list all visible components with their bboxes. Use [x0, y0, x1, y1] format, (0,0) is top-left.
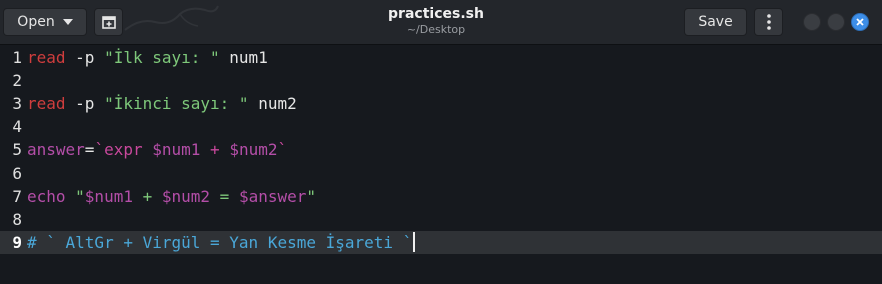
code-token: $num2 [161, 186, 211, 206]
code-line[interactable]: 8 [0, 208, 882, 231]
code-token: $num1 [152, 140, 201, 160]
code-line[interactable]: 3 read -p "İkinci sayı: " num2 [0, 92, 882, 115]
code-line[interactable]: 4 [0, 115, 882, 138]
save-button-label: Save [698, 14, 733, 30]
code-text: echo "$num1 + $num2 = $answer" [27, 185, 316, 208]
line-number: 8 [12, 209, 22, 229]
open-button[interactable]: Open [3, 8, 87, 36]
code-editor[interactable]: 1 read -p "İlk sayı: " num1 2 3 read -p "İki… [0, 45, 882, 284]
code-token: $answer [238, 186, 307, 206]
text-editor-window: Open practices.sh ~/Desktop Save 1 read … [0, 0, 882, 284]
minimize-button[interactable] [803, 13, 821, 31]
code-token: "İlk sayı: " [104, 48, 220, 67]
code-token: -p [65, 94, 105, 114]
code-token: "İkinci sayı: " [104, 94, 249, 114]
code-text: # ` AltGr + Virgül = Yan Kesme İşareti ` [27, 231, 416, 254]
code-token: read [27, 94, 66, 114]
code-token: " [65, 186, 85, 206]
line-number: 9 [12, 232, 22, 252]
new-document-icon [101, 16, 116, 29]
code-text: read -p "İkinci sayı: " num2 [27, 92, 297, 115]
line-number: 7 [12, 186, 22, 206]
code-token: -p [65, 48, 105, 67]
text-cursor [413, 231, 416, 252]
menu-button[interactable] [754, 8, 783, 36]
line-number: 4 [12, 117, 22, 137]
code-token: ` [277, 140, 288, 160]
code-token: num1 [219, 48, 268, 67]
code-line[interactable]: 1 read -p "İlk sayı: " num1 [0, 46, 882, 69]
code-token: num2 [248, 94, 297, 114]
maximize-button[interactable] [827, 13, 845, 31]
code-text: answer=`expr $num1 + $num2` [27, 138, 287, 161]
code-token: $num1 [84, 186, 133, 206]
chevron-down-icon [62, 19, 73, 25]
close-button[interactable] [851, 13, 869, 31]
vertical-dots-icon [766, 14, 771, 30]
code-token: answer [27, 140, 85, 160]
window-subtitle: ~/Desktop [406, 23, 466, 36]
line-number: 5 [12, 140, 22, 160]
title-area: practices.sh ~/Desktop [336, 5, 536, 37]
code-line[interactable]: 6 [0, 162, 882, 185]
code-line[interactable]: 9 # ` AltGr + Virgül = Yan Kesme İşareti … [0, 230, 882, 254]
close-icon [856, 18, 864, 26]
line-number: 1 [12, 48, 22, 67]
code-line[interactable]: 2 [0, 69, 882, 92]
code-token: read [27, 48, 66, 67]
line-number: 6 [12, 163, 22, 183]
code-token: = [84, 140, 95, 160]
line-number: 3 [12, 94, 22, 114]
code-token: # ` AltGr + Virgül = Yan Kesme İşareti ` [27, 232, 413, 252]
header-bar: Open practices.sh ~/Desktop Save [0, 0, 882, 45]
dragon-watermark-icon [124, 5, 219, 31]
code-token: = [210, 186, 239, 206]
code-line[interactable]: 7 echo "$num1 + $num2 = $answer" [0, 185, 882, 208]
line-number: 2 [12, 71, 22, 91]
code-token: $num2 [229, 140, 278, 160]
new-document-button[interactable] [94, 8, 123, 36]
window-title: practices.sh [388, 6, 484, 22]
open-button-label: Open [17, 14, 55, 30]
code-token: `expr [94, 140, 153, 160]
code-line[interactable]: 5 answer=`expr $num1 + $num2` [0, 138, 882, 161]
save-button[interactable]: Save [684, 8, 747, 36]
code-token: echo [27, 186, 66, 206]
code-token: " [306, 186, 317, 206]
code-token: + [132, 186, 162, 206]
code-text: read -p "İlk sayı: " num1 [27, 46, 268, 69]
code-token: + [200, 140, 230, 160]
